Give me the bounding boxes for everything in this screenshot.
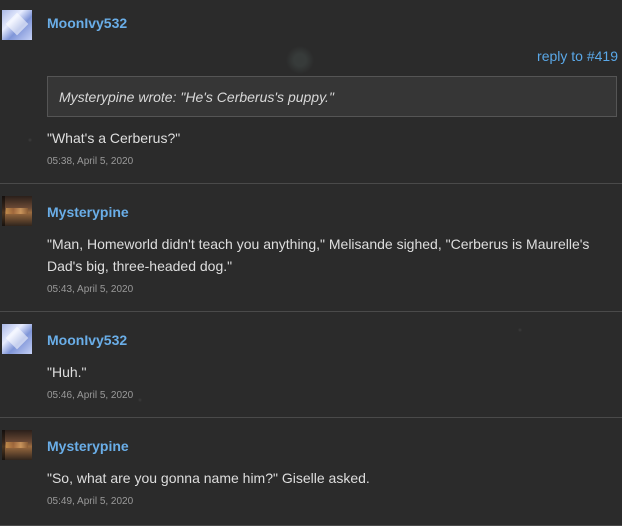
- post: Mysterypine "Man, Homeworld didn't teach…: [0, 184, 622, 312]
- post-text: "So, what are you gonna name him?" Gisel…: [47, 470, 370, 486]
- post-timestamp: 05:46, April 5, 2020: [47, 390, 134, 401]
- user-avatar[interactable]: [2, 430, 32, 460]
- reply-link[interactable]: reply to #419: [537, 48, 618, 64]
- post: Mysterypine "So, what are you gonna name…: [0, 418, 622, 526]
- post-username[interactable]: Mysterypine: [47, 204, 129, 220]
- post-timestamp: 05:49, April 5, 2020: [47, 496, 134, 507]
- post-timestamp: 05:43, April 5, 2020: [47, 284, 134, 295]
- post-username[interactable]: Mysterypine: [47, 438, 129, 454]
- post-text: "Huh.": [47, 364, 87, 380]
- user-avatar[interactable]: [2, 10, 32, 40]
- post-timestamp: 05:38, April 5, 2020: [47, 156, 134, 167]
- post-text: "What's a Cerberus?": [47, 130, 181, 146]
- user-avatar[interactable]: [2, 196, 32, 226]
- quote-block: Mysterypine wrote: "He's Cerberus's pupp…: [47, 76, 617, 117]
- post-username[interactable]: MoonIvy532: [47, 15, 127, 31]
- post: MoonIvy532 reply to #419 Mysterypine wro…: [0, 0, 622, 184]
- user-avatar[interactable]: [2, 324, 32, 354]
- post-username[interactable]: MoonIvy532: [47, 332, 127, 348]
- post: MoonIvy532 "Huh." 05:46, April 5, 2020: [0, 312, 622, 418]
- post-text: "Man, Homeworld didn't teach you anythin…: [47, 236, 590, 274]
